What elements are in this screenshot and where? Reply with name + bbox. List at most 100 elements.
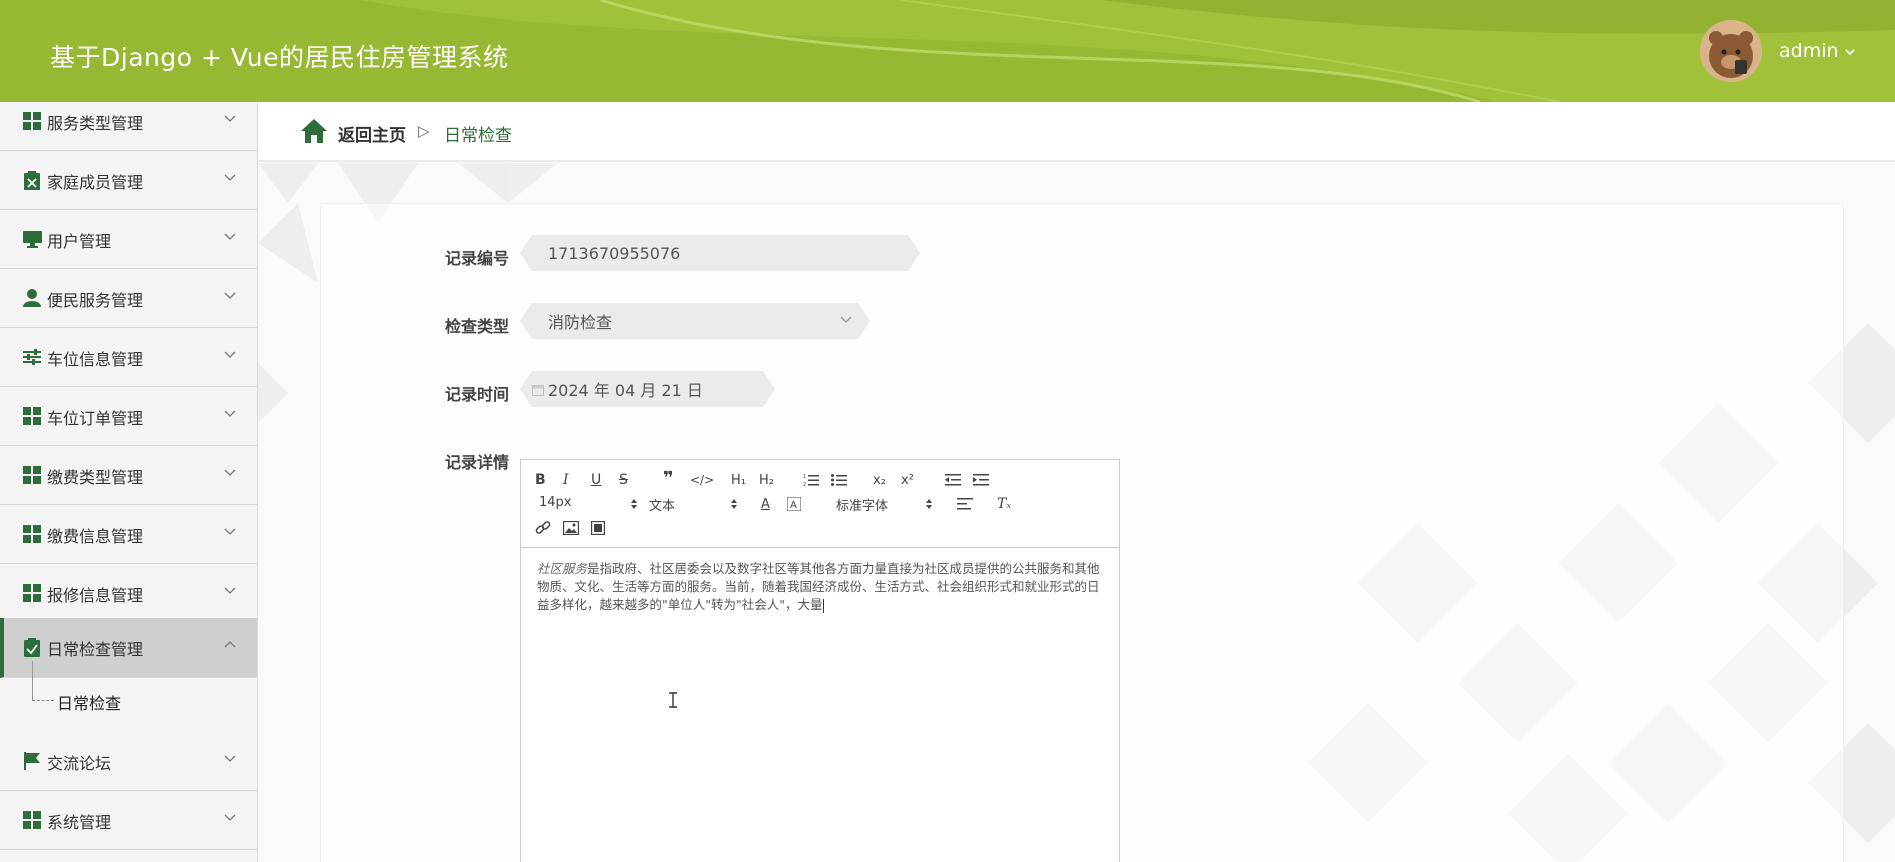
sidebar-item-label: 车位订单管理 — [47, 409, 144, 428]
paragraph-value: 文本 — [649, 499, 676, 514]
italic-button[interactable]: I — [563, 470, 569, 490]
chevron-up-icon — [224, 641, 236, 648]
select-arrows-icon — [631, 499, 637, 509]
ordered-list-icon[interactable]: 12 — [803, 470, 819, 490]
sidebar-item-users[interactable]: 用户管理 — [0, 210, 257, 269]
sidebar-item-label: 车位信息管理 — [47, 350, 144, 369]
align-left-icon[interactable] — [957, 494, 973, 514]
video-icon[interactable] — [591, 518, 605, 538]
sidebar-item-label: 缴费类型管理 — [47, 468, 144, 487]
heading2-button[interactable]: H₂ — [759, 470, 774, 490]
clear-format-icon[interactable]: Tₓ — [997, 494, 1011, 514]
code-icon[interactable]: </> — [690, 470, 714, 490]
font-color-icon[interactable]: A — [761, 494, 770, 514]
sidebar-item-parking-orders[interactable]: 车位订单管理 — [0, 387, 257, 446]
sidebar-item-label: 用户管理 — [47, 232, 112, 251]
monitor-icon — [22, 229, 42, 249]
sidebar-item-label: 家庭成员管理 — [47, 173, 144, 192]
username: admin — [1779, 40, 1839, 62]
editor-toolbar: B I U S ❞ </> H₁ H₂ 12 x₂ x² 14px 文本 A A… — [521, 460, 1119, 548]
sidebar-item-daily-inspection[interactable]: 日常检查管理 — [0, 618, 257, 678]
sidebar-item-repair-info[interactable]: 报修信息管理 — [0, 564, 257, 623]
font-family-value: 标准字体 — [836, 499, 889, 514]
svg-text:A: A — [790, 500, 797, 511]
sidebar-item-family-members[interactable]: 家庭成员管理 — [0, 151, 257, 210]
background-color-icon[interactable]: A — [787, 494, 801, 514]
sidebar-item-parking-info[interactable]: 车位信息管理 — [0, 328, 257, 387]
outdent-icon[interactable] — [945, 470, 961, 490]
sidebar-item-label: 缴费信息管理 — [47, 527, 144, 546]
record-no-field[interactable] — [520, 235, 920, 271]
ibeam-cursor-icon — [669, 692, 677, 708]
indent-icon[interactable] — [973, 470, 989, 490]
rich-text-editor[interactable]: B I U S ❞ </> H₁ H₂ 12 x₂ x² 14px 文本 A A… — [520, 459, 1120, 862]
chevron-down-icon — [224, 587, 236, 594]
tree-connector — [32, 700, 54, 701]
chevron-down-icon — [224, 410, 236, 417]
sliders-icon — [22, 347, 42, 367]
app-title: 基于Django + Vue的居民住房管理系统 — [50, 43, 509, 72]
record-no-label: 记录编号 — [445, 249, 510, 268]
record-time-value: 2024 年 04 月 21 日 — [548, 381, 703, 400]
flag-icon — [22, 751, 42, 771]
sidebar-item-label: 服务类型管理 — [47, 114, 144, 133]
tree-line — [32, 661, 33, 701]
editor-content[interactable]: 社区服务是指政府、社区居委会以及数字社区等其他各方面力量直接为社区成员提供的公共… — [537, 560, 1107, 614]
grid-icon — [22, 524, 42, 544]
detail-label: 记录详情 — [445, 453, 510, 472]
image-icon[interactable] — [563, 518, 579, 538]
avatar[interactable] — [1700, 20, 1762, 82]
grid-icon — [22, 583, 42, 603]
submenu-item-label: 日常检查 — [57, 694, 122, 713]
record-time-picker[interactable]: 2024 年 04 月 21 日 — [520, 371, 775, 407]
chevron-down-icon — [224, 174, 236, 181]
check-type-select[interactable]: 消防检查 — [520, 303, 870, 339]
subscript-button[interactable]: x₂ — [873, 470, 886, 490]
underline-button[interactable]: U — [591, 470, 601, 490]
sidebar-item-service-type[interactable]: 服务类型管理 — [0, 102, 257, 151]
sidebar-item-system[interactable]: 系统管理 — [0, 791, 257, 850]
home-icon[interactable] — [300, 118, 328, 144]
calendar-icon — [532, 384, 544, 396]
link-icon[interactable] — [535, 518, 551, 538]
select-arrows-icon — [926, 499, 932, 509]
editor-content-text: 是指政府、社区居委会以及数字社区等其他各方面力量直接为社区成员提供的公共服务和其… — [537, 561, 1100, 612]
sidebar-item-fee-types[interactable]: 缴费类型管理 — [0, 446, 257, 505]
chevron-down-icon — [1844, 49, 1855, 55]
select-arrows-icon — [731, 499, 737, 509]
chevron-down-icon — [840, 316, 852, 323]
breadcrumb-home-link[interactable]: 返回主页 — [338, 121, 406, 146]
record-no-input[interactable] — [548, 244, 920, 263]
blockquote-icon[interactable]: ❞ — [663, 468, 674, 489]
font-family-select[interactable]: 标准字体 — [836, 495, 936, 515]
sidebar-item-forum[interactable]: 交流论坛 — [0, 732, 257, 791]
sidebar-item-label: 便民服务管理 — [47, 291, 144, 310]
heading1-button[interactable]: H₁ — [731, 470, 746, 490]
editor-content-em: 社区服务 — [537, 561, 588, 576]
strike-button[interactable]: S — [619, 470, 628, 490]
sidebar-item-convenience-service[interactable]: 便民服务管理 — [0, 269, 257, 328]
bullet-list-icon[interactable] — [831, 470, 847, 490]
chevron-down-icon — [224, 814, 236, 821]
chevron-down-icon — [224, 351, 236, 358]
grid-icon — [22, 406, 42, 426]
sidebar-item-fee-info[interactable]: 缴费信息管理 — [0, 505, 257, 564]
font-size-select[interactable]: 14px — [539, 495, 637, 515]
user-menu[interactable]: admin — [1779, 40, 1855, 62]
chevron-down-icon — [224, 292, 236, 299]
chevron-down-icon — [224, 115, 236, 122]
clipboard-x-icon — [22, 170, 42, 190]
svg-text:2: 2 — [803, 482, 806, 487]
user-icon — [22, 288, 42, 308]
superscript-button[interactable]: x² — [901, 470, 914, 490]
app-header: 基于Django + Vue的居民住房管理系统 admin — [0, 0, 1895, 102]
breadcrumb-current: 日常检查 — [444, 126, 512, 146]
text-caret — [822, 598, 824, 613]
sidebar-item-label: 系统管理 — [47, 813, 112, 832]
check-type-label: 检查类型 — [445, 317, 510, 336]
grid-icon — [22, 810, 42, 830]
chevron-down-icon — [224, 233, 236, 240]
bold-button[interactable]: B — [535, 470, 546, 490]
submenu-item-daily-inspection[interactable]: 日常检查 — [0, 661, 257, 719]
paragraph-select[interactable]: 文本 — [649, 495, 737, 515]
